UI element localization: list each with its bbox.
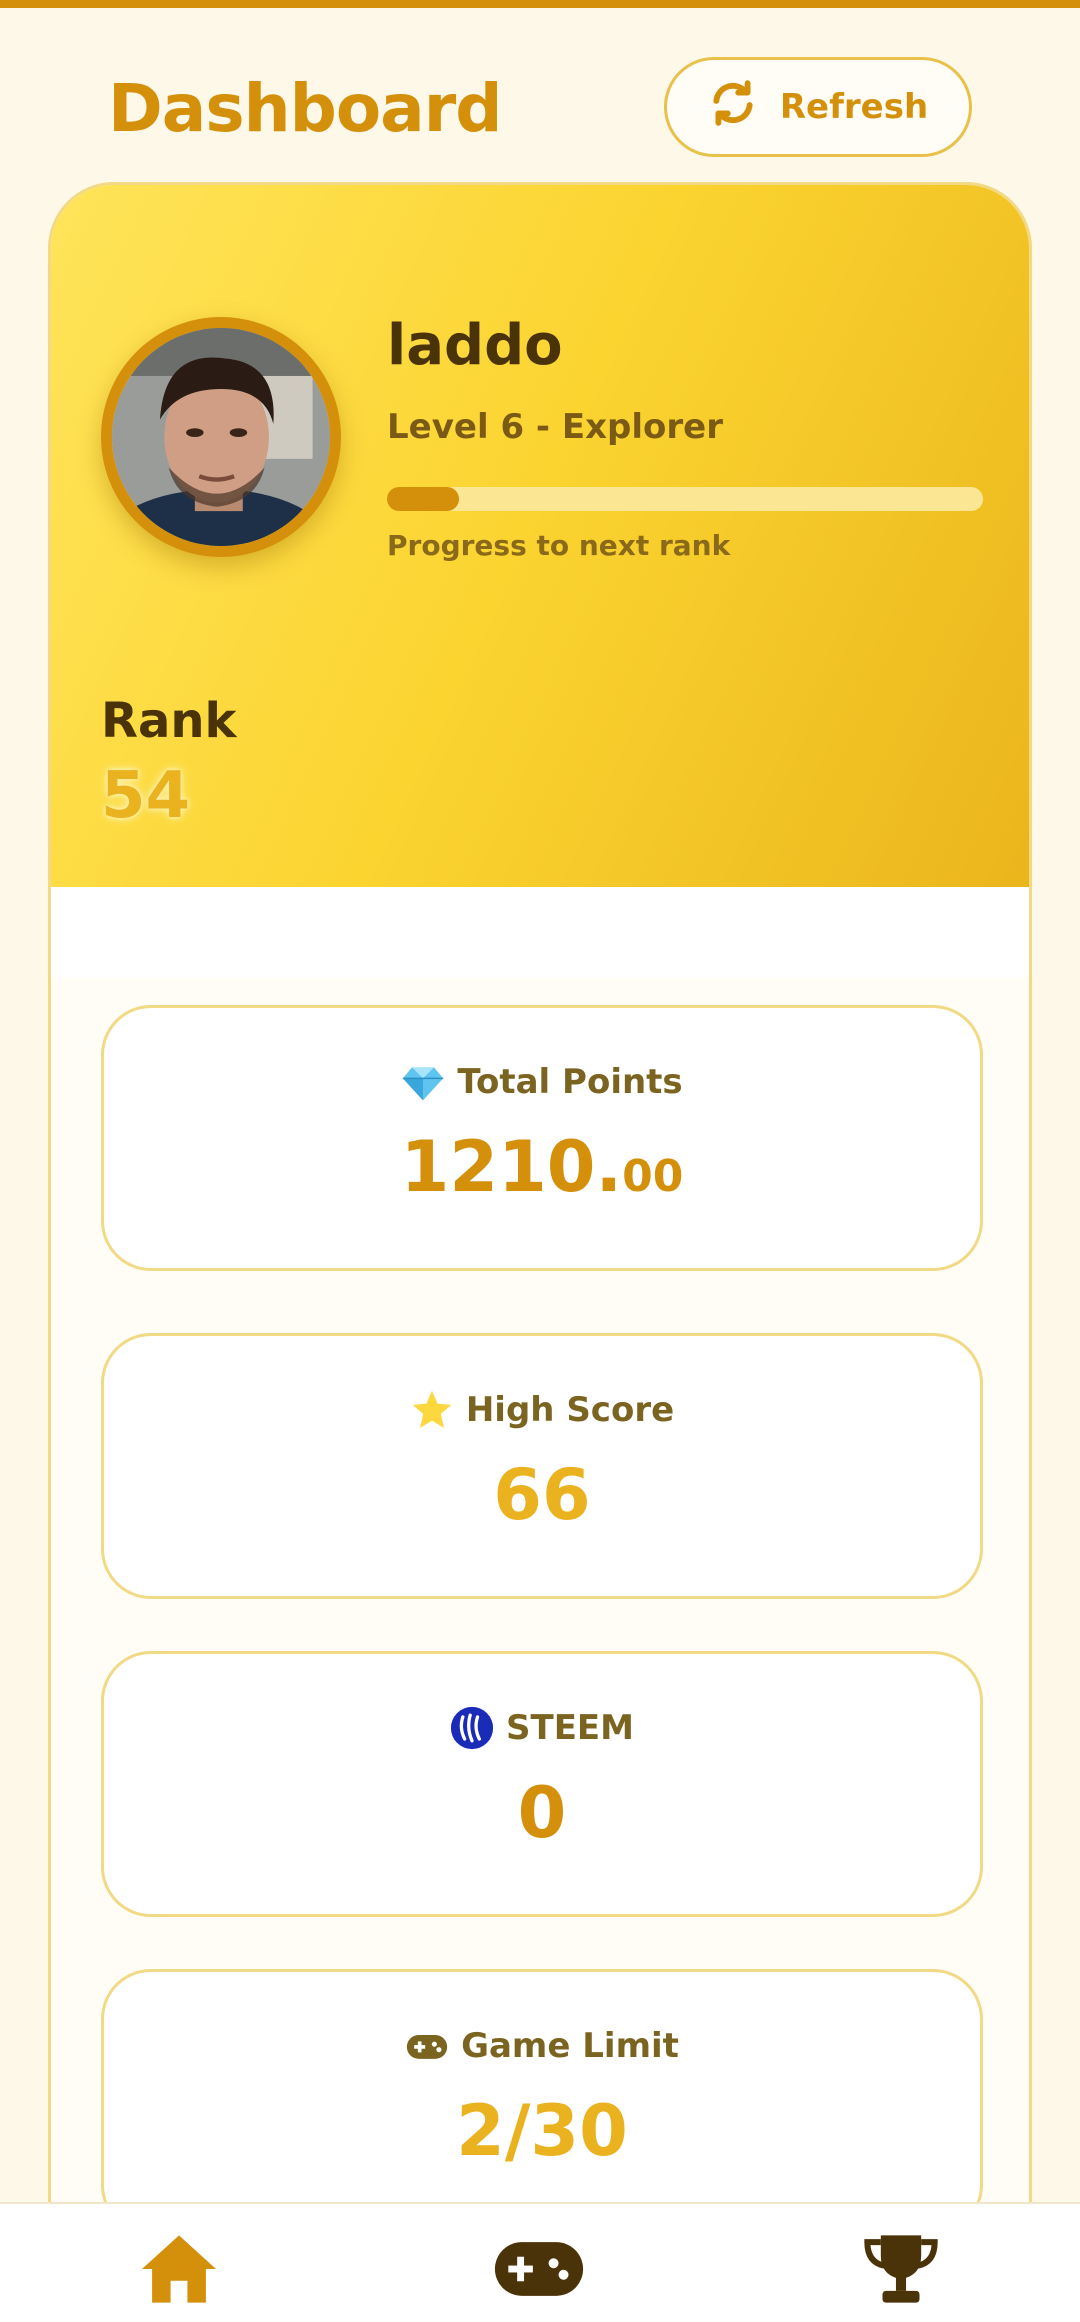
avatar[interactable] <box>101 317 341 557</box>
nav-games[interactable] <box>484 2224 594 2314</box>
trophy-icon <box>859 2232 943 2306</box>
high-score-label: High Score <box>465 1390 675 1430</box>
game-limit-label: Game Limit <box>461 2026 679 2066</box>
refresh-button[interactable]: Refresh <box>664 57 972 157</box>
gamepad-icon <box>493 2239 585 2299</box>
progress-label: Progress to next rank <box>387 529 731 562</box>
steem-icon <box>450 1706 494 1750</box>
gamepad-icon <box>405 2024 449 2068</box>
nav-home[interactable] <box>124 2224 234 2314</box>
rank-value: 54 <box>101 759 191 833</box>
dashboard-card: laddo Level 6 - Explorer Progress to nex… <box>48 182 1032 2322</box>
nav-leaderboard[interactable] <box>846 2224 956 2314</box>
top-accent-strip <box>0 0 1080 8</box>
divider-band <box>51 887 1029 977</box>
steem-value: 0 <box>517 1772 567 1854</box>
level-label: Level 6 - Explorer <box>387 407 723 447</box>
bottom-nav <box>0 2202 1080 2322</box>
steem-label: STEEM <box>506 1708 634 1748</box>
total-points-card: Total Points 1210.00 <box>101 1005 983 1271</box>
username: laddo <box>387 313 563 378</box>
refresh-icon <box>708 78 758 137</box>
game-limit-card: Game Limit 2/30 <box>101 1969 983 2235</box>
high-score-card: High Score 66 <box>101 1333 983 1599</box>
star-icon <box>410 1388 454 1432</box>
rank-progress-fill <box>387 487 459 511</box>
total-points-label: Total Points <box>457 1062 683 1102</box>
game-limit-value: 2/30 <box>456 2090 628 2172</box>
page-title: Dashboard <box>108 70 503 147</box>
high-score-value: 66 <box>493 1454 591 1536</box>
steem-card: STEEM 0 <box>101 1651 983 1917</box>
header: Dashboard Refresh <box>0 8 1080 178</box>
diamond-icon <box>401 1060 445 1104</box>
profile-hero: laddo Level 6 - Explorer Progress to nex… <box>51 185 1029 887</box>
refresh-label: Refresh <box>779 87 929 127</box>
rank-label: Rank <box>101 693 237 749</box>
total-points-value: 1210.00 <box>400 1126 684 1208</box>
home-icon <box>137 2232 221 2306</box>
rank-progress-bar <box>387 487 983 511</box>
